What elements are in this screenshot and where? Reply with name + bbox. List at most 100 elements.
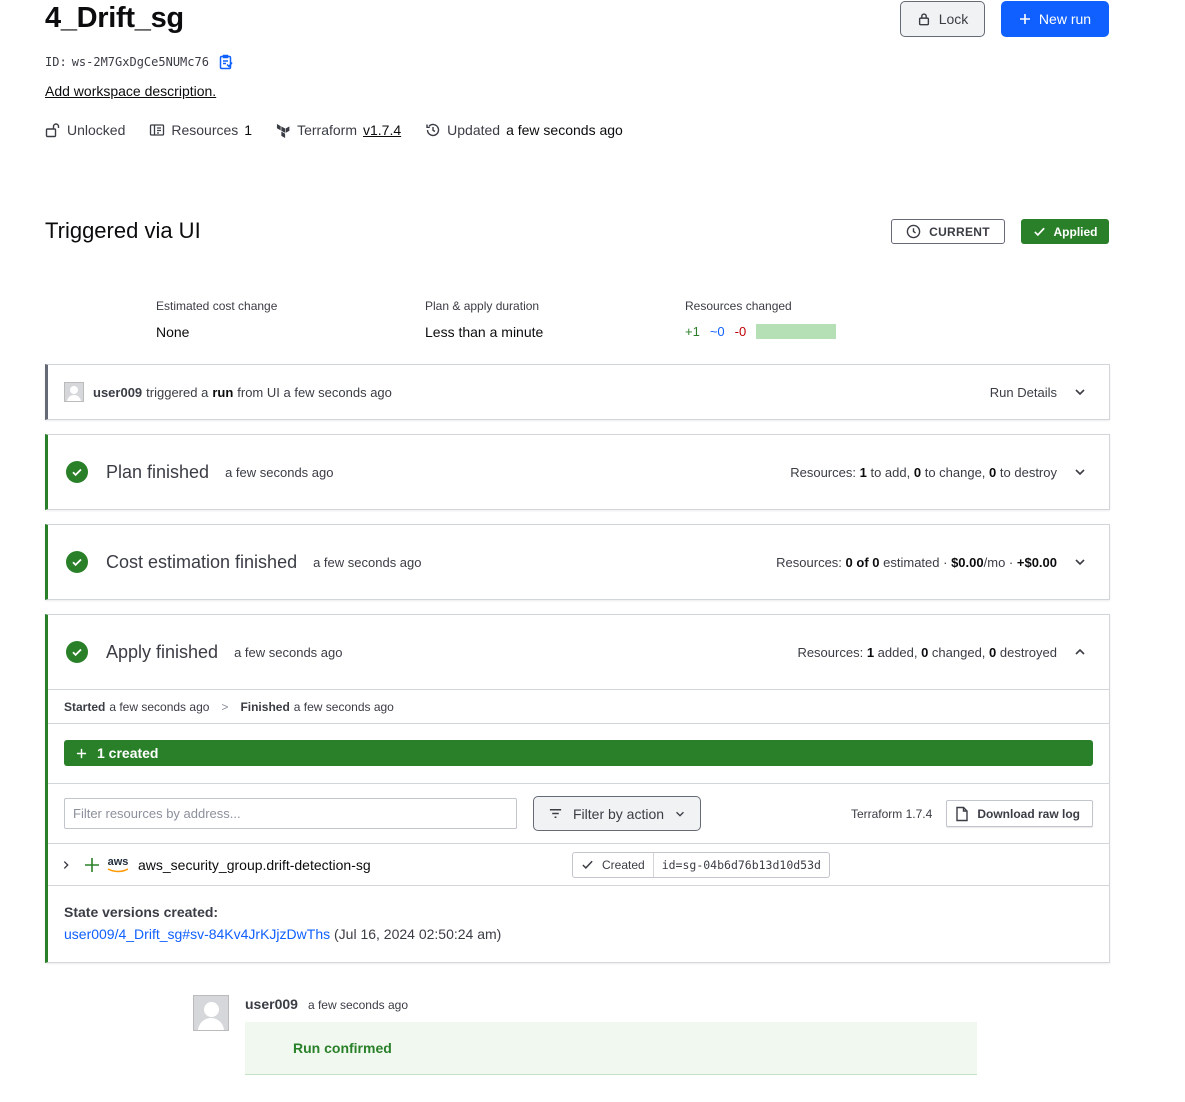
created-bar[interactable]: 1 created [64,740,1093,766]
applied-badge: Applied [1021,219,1109,244]
updated-value: a few seconds ago [506,122,623,138]
workspace-id-label: ID: [45,55,67,69]
changes-add-count: +1 [685,324,700,339]
apply-panel-header[interactable]: Apply finished a few seconds ago Resourc… [48,615,1109,689]
apply-changed-t: changed, [931,644,986,660]
finished-time: a few seconds ago [293,699,394,714]
filter-by-action-button[interactable]: Filter by action [533,796,702,831]
chevron-down-icon [676,811,684,817]
apply-title: Apply finished [106,641,219,662]
apply-toolbar: Filter resources by address... Filter by… [48,783,1109,843]
new-run-button[interactable]: New run [1001,1,1109,37]
changes-change-count: ~0 [709,324,725,339]
resources-icon [150,124,165,136]
cost-time: a few seconds ago [313,554,422,570]
resource-row[interactable]: aws aws_security_group.drift-detection-s… [48,843,1109,885]
success-check-icon [66,641,88,663]
filter-resources-input[interactable]: Filter resources by address... [64,798,517,829]
changes-destroy-count: -0 [734,324,747,339]
success-check-icon [66,461,88,483]
plan-destroy-n: 0 [989,464,997,480]
plan-change-n: 0 [913,464,922,480]
comment-user[interactable]: user009 [245,996,298,1012]
apply-destroyed-t: destroyed [999,644,1057,660]
cost-monthly-b: $0.00 [951,554,984,570]
created-status-label: Created [602,857,645,872]
chevron-up-icon[interactable] [1073,645,1087,659]
resource-address: aws_security_group.drift-detection-sg [138,856,371,873]
download-raw-log-label: Download raw log [977,806,1080,821]
download-raw-log-button[interactable]: Download raw log [946,800,1093,827]
lock-button[interactable]: Lock [900,1,985,37]
created-bar-label: 1 created [97,745,159,761]
cost-panel-header[interactable]: Cost estimation finished a few seconds a… [48,525,1109,599]
chevron-down-icon[interactable] [1073,385,1087,399]
cost-delta-b: +$0.00 [1016,554,1057,570]
terraform-version: Terraform v1.7.4 [276,122,401,138]
filter-by-action-label: Filter by action [573,805,665,822]
lock-button-label: Lock [938,11,969,27]
lock-status: Unlocked [45,122,125,138]
terraform-icon [277,123,290,138]
plan-add-t: to add, [870,464,911,480]
created-summary-row: 1 created [48,723,1109,783]
apply-resources-summary: Resources: 1 added, 0 changed, 0 destroy… [797,645,1057,660]
check-icon [582,860,593,870]
plan-resources-summary: Resources: 1 to add, 0 to change, 0 to d… [790,465,1057,480]
changes-bar [756,324,837,339]
created-status: Created [573,852,654,877]
run-details-toggle[interactable]: Run Details [990,385,1057,400]
trigger-user[interactable]: user009 [93,385,142,400]
apply-timeline: Started a few seconds ago > Finished a f… [48,689,1109,723]
plan-add-n: 1 [859,464,867,480]
started-time: a few seconds ago [109,699,210,714]
workspace-meta: Unlocked Resources 1 Terraform v1.7.4 Up… [45,122,623,138]
run-trigger-panel: user009 triggered a run from UI a few se… [45,364,1110,420]
chevron-down-icon[interactable] [1073,465,1087,479]
comment-header: user009 a few seconds ago [245,996,408,1012]
duration-label: Plan & apply duration [425,299,540,313]
success-check-icon [66,551,88,573]
plus-icon [76,748,87,758]
add-description-link[interactable]: Add workspace description. [45,83,216,99]
apply-terraform-version: Terraform 1.7.4 [850,806,933,821]
clipboard-copy-icon[interactable] [218,54,234,70]
plan-panel-header[interactable]: Plan finished a few seconds ago Resource… [48,435,1109,509]
resources-count: Resources 1 [149,122,252,138]
plan-time: a few seconds ago [225,464,334,480]
state-version-link[interactable]: user009/4_Drift_sg#sv-84Kv4JrKJjzDwThs [64,926,330,942]
trigger-run-word: run [212,384,234,400]
timeline-separator: > [221,699,229,714]
history-icon [426,123,440,137]
lock-status-label: Unlocked [67,122,126,138]
state-versions-label: State versions created: [64,904,219,920]
clock-icon [906,224,921,239]
cost-estimated-t: estimated · [883,554,948,570]
updated-label: Updated [447,122,501,138]
plan-title: Plan finished [106,461,210,482]
resources-changed-label: Resources changed [685,299,792,313]
apply-panel: Apply finished a few seconds ago Resourc… [45,614,1110,963]
resources-changed-summary: +1 ~0 -0 [685,324,837,339]
run-confirmed-message: Run confirmed [245,1022,977,1075]
unlock-icon [45,123,60,138]
state-versions-section: State versions created: user009/4_Drift_… [48,885,1109,962]
terraform-version-link[interactable]: v1.7.4 [363,122,401,138]
cost-estimated-b: 0 of 0 [845,554,880,570]
cost-panel: Cost estimation finished a few seconds a… [45,524,1110,600]
filter-icon [549,809,562,818]
aws-logo-icon: aws [107,855,129,873]
apply-changed-n: 0 [921,644,929,660]
plan-res-prefix: Resources: [790,464,856,480]
cost-resources-summary: Resources: 0 of 0 estimated · $0.00/mo ·… [776,555,1057,570]
finished-label: Finished [240,699,290,714]
aws-logo-text: aws [107,855,129,868]
resource-status-chip: Created id=sg-04b6d76b13d10d53d [572,851,830,878]
chevron-right-icon[interactable] [60,859,72,871]
cost-title: Cost estimation finished [106,551,298,572]
cost-monthly-t: /mo · [983,554,1014,570]
chevron-down-icon[interactable] [1073,555,1087,569]
run-title: Triggered via UI [45,218,201,243]
apply-destroyed-n: 0 [989,644,997,660]
lock-icon [918,13,929,26]
